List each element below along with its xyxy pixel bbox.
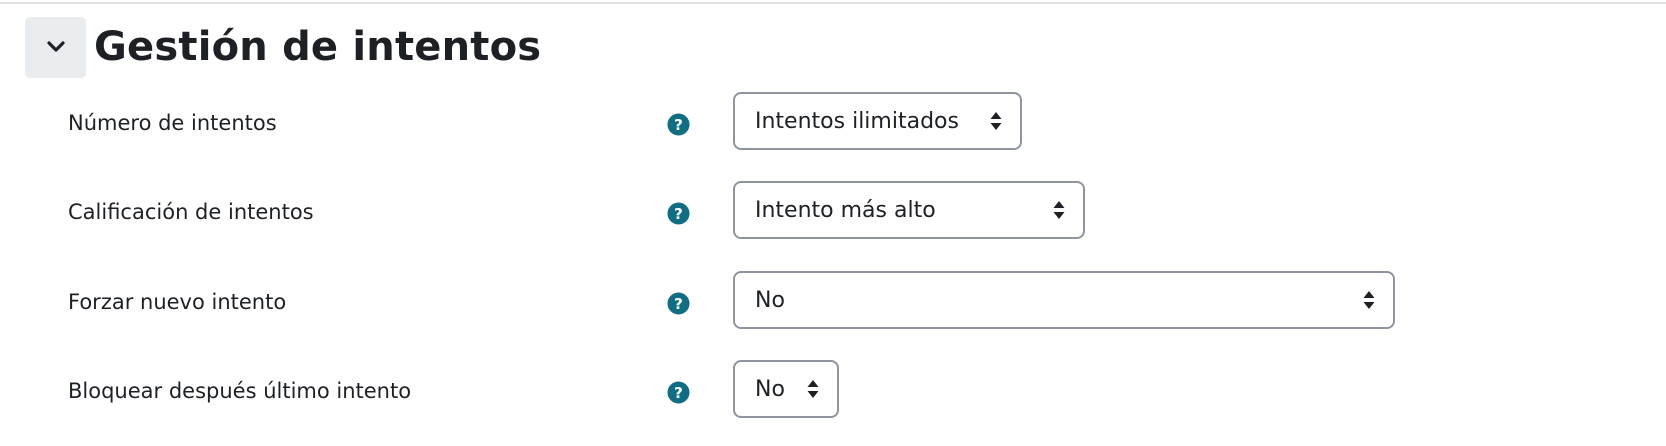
grading-method-select[interactable]: Intento más alto: [733, 181, 1085, 239]
row-label: Forzar nuevo intento: [68, 290, 287, 314]
form-row-grading-method: Calificación de intentos ? Intento más a…: [0, 181, 1666, 243]
sort-caret-icon: [1363, 291, 1375, 309]
row-label: Calificación de intentos: [68, 200, 314, 224]
row-label: Número de intentos: [68, 111, 277, 135]
attempts-select[interactable]: Intentos ilimitados: [733, 92, 1022, 150]
svg-text:?: ?: [674, 384, 683, 402]
select-value: No: [755, 376, 785, 402]
question-circle-icon[interactable]: ?: [667, 113, 690, 136]
question-circle-icon[interactable]: ?: [667, 202, 690, 225]
select-value: Intentos ilimitados: [755, 108, 959, 134]
row-label: Bloquear después último intento: [68, 379, 412, 403]
form-row-force-new-attempt: Forzar nuevo intento ? No: [0, 271, 1666, 333]
section-title: Gestión de intentos: [94, 24, 542, 70]
section-header: Gestión de intentos: [25, 16, 542, 78]
svg-text:?: ?: [674, 116, 683, 134]
svg-text:?: ?: [674, 295, 683, 313]
lock-after-final-attempt-select[interactable]: No: [733, 360, 839, 418]
svg-text:?: ?: [674, 205, 683, 223]
question-circle-icon[interactable]: ?: [667, 381, 690, 404]
force-new-attempt-select[interactable]: No: [733, 271, 1395, 329]
select-value: Intento más alto: [755, 197, 936, 223]
chevron-down-icon: [46, 41, 65, 52]
sort-caret-icon: [807, 380, 819, 398]
select-value: No: [755, 287, 785, 313]
question-circle-icon[interactable]: ?: [667, 292, 690, 315]
sort-caret-icon: [990, 112, 1002, 130]
section-divider: [0, 2, 1666, 4]
sort-caret-icon: [1053, 201, 1065, 219]
collapse-section-button[interactable]: [25, 16, 86, 78]
form-row-lock-after-final-attempt: Bloquear después último intento ? No: [0, 360, 1666, 422]
form-row-number-of-attempts: Número de intentos ? Intentos ilimitados: [0, 92, 1666, 154]
